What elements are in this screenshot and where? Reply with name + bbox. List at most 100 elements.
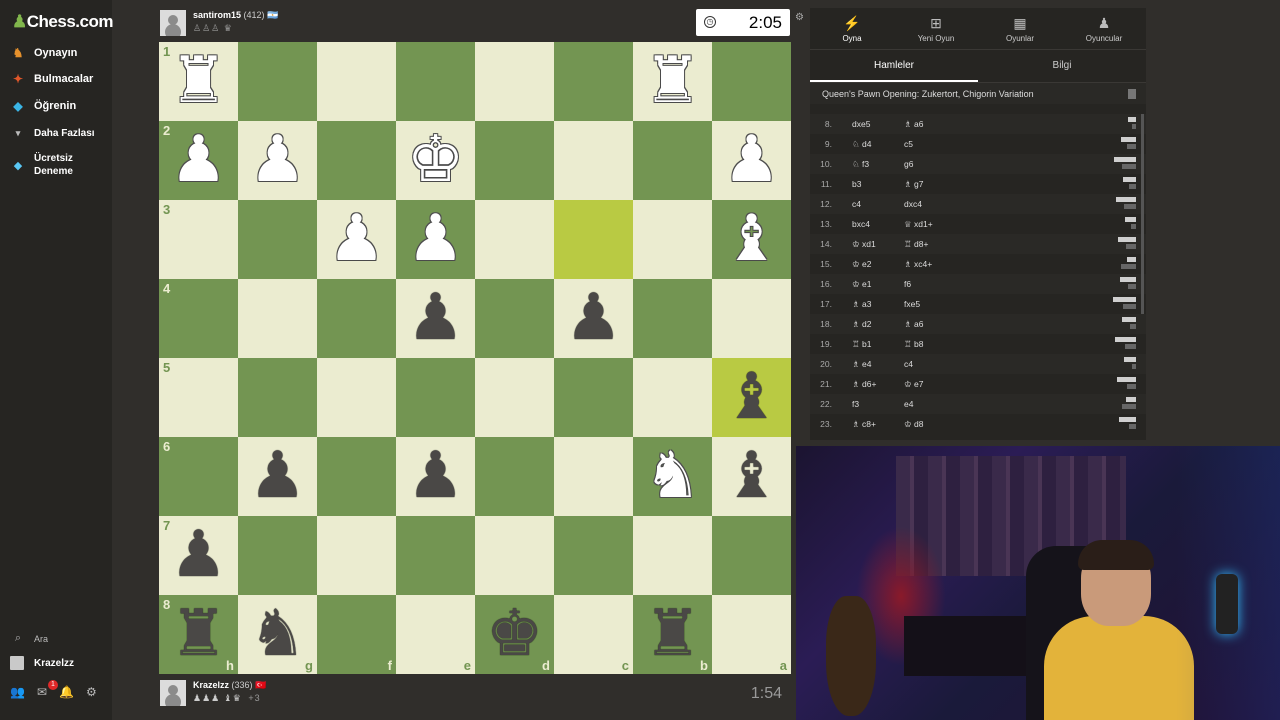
black-rook-piece[interactable]: ♜ [170,595,227,674]
black-move[interactable]: ♔ d8 [902,419,1022,430]
board-square[interactable]: ♞ [633,437,712,516]
black-pawn-piece[interactable]: ♟ [170,516,227,595]
search-link[interactable]: ⌕ Ara [0,632,112,645]
board-square[interactable] [554,358,633,437]
board-square[interactable]: ♝ [712,200,791,279]
white-move[interactable]: ♗ d2 [838,319,902,330]
board-square[interactable] [712,42,791,121]
board-square[interactable]: 3 [159,200,238,279]
white-move[interactable]: ♔ e2 [838,259,902,270]
board-square[interactable] [396,42,475,121]
nav-play[interactable]: ♞ Oynayın [0,40,112,66]
black-move[interactable]: fxe5 [902,299,1022,309]
board-settings-gear-icon[interactable]: ⚙ [795,12,804,23]
board-square[interactable]: c [554,595,633,674]
self-avatar[interactable] [160,680,186,706]
board-square[interactable] [317,42,396,121]
board-square[interactable] [475,42,554,121]
black-move[interactable]: ♗ g7 [902,179,1022,190]
board-square[interactable]: 8 h ♜ [159,595,238,674]
black-bishop-piece[interactable]: ♝ [723,358,780,437]
white-move[interactable]: c4 [838,199,902,209]
board-square[interactable] [475,279,554,358]
black-pawn-piece[interactable]: ♟ [565,279,622,358]
white-move[interactable]: ♗ c8+ [838,419,902,430]
board-square[interactable]: b ♜ [633,595,712,674]
white-bishop-piece[interactable]: ♝ [723,200,780,279]
black-move[interactable]: f6 [902,279,1022,289]
black-pawn-piece[interactable]: ♟ [249,437,306,516]
tab-play[interactable]: ⚡ Oyna [810,8,894,49]
black-move[interactable]: ♗ xc4+ [902,259,1022,270]
white-move[interactable]: ♖ b1 [838,339,902,350]
chesscom-logo[interactable]: ♟Chess.com [12,12,113,32]
black-move[interactable]: e4 [902,399,1022,409]
black-move[interactable]: g6 [902,159,1022,169]
black-pawn-piece[interactable]: ♟ [407,279,464,358]
board-square[interactable]: a [712,595,791,674]
opponent-name[interactable]: santirom15 [193,10,241,20]
board-square[interactable]: 4 [159,279,238,358]
black-move[interactable]: c4 [902,359,1022,369]
board-square[interactable]: ♟ [317,200,396,279]
white-move[interactable]: ♘ f3 [838,159,902,170]
friends-icon[interactable]: 👥 [10,685,25,699]
move-list[interactable]: 8. dxe5 ♗ a6 9. ♘ d4 c5 10. ♘ f3 g6 11. b3 ♗ g7… [810,114,1146,434]
board-square[interactable]: ♚ [396,121,475,200]
board-square[interactable] [712,516,791,595]
white-move[interactable]: ♔ xd1 [838,239,902,250]
free-trial-link[interactable]: ◆ Ücretsiz Deneme [0,152,112,178]
nav-puzzles[interactable]: ✦ Bulmacalar [0,66,112,92]
tab-new-game[interactable]: ⊞ Yeni Oyun [894,8,978,49]
board-square[interactable] [633,358,712,437]
black-rook-piece[interactable]: ♜ [644,595,701,674]
board-square[interactable]: ♝ [712,358,791,437]
chess-board[interactable]: 1 ♜ ♜ 2 ♟ ♟ ♚ ♟ 3 ♟ ♟ ♝ 4 ♟ ♟ 5 ♝ 6 ♟ ♟ ♞ ♝ 7 ♟ 8 h ♜ g ♞ f e d ♚ c b ♜ a [159,42,791,674]
nav-more[interactable]: ▾ Daha Fazlası [0,120,112,146]
board-square[interactable] [633,279,712,358]
board-square[interactable] [238,42,317,121]
bookmark-icon[interactable] [1128,89,1136,99]
black-move[interactable]: ♔ e7 [902,379,1022,390]
white-pawn-piece[interactable]: ♟ [723,121,780,200]
bell-icon[interactable]: 🔔 [59,685,74,699]
board-square[interactable] [238,200,317,279]
white-move[interactable]: ♗ a3 [838,299,902,310]
white-king-piece[interactable]: ♚ [407,121,464,200]
tab-players[interactable]: ♟ Oyuncular [1062,8,1146,49]
board-square[interactable]: e [396,595,475,674]
board-square[interactable] [317,358,396,437]
board-square[interactable]: 1 ♜ [159,42,238,121]
white-move[interactable]: f3 [838,399,902,409]
white-pawn-piece[interactable]: ♟ [328,200,385,279]
self-name[interactable]: Krazelzz [193,680,229,690]
white-move[interactable]: ♔ e1 [838,279,902,290]
board-square[interactable] [238,358,317,437]
board-square[interactable] [317,279,396,358]
board-square[interactable]: ♟ [238,121,317,200]
messages-icon[interactable]: ✉ [37,685,47,699]
white-move[interactable]: b3 [838,179,902,189]
board-square[interactable]: ♟ [712,121,791,200]
board-square[interactable]: ♟ [396,200,475,279]
settings-gear-icon[interactable]: ⚙ [86,685,97,699]
board-square[interactable] [712,279,791,358]
board-square[interactable]: ♝ [712,437,791,516]
white-pawn-piece[interactable]: ♟ [170,121,227,200]
board-square[interactable] [317,516,396,595]
board-square[interactable]: ♜ [633,42,712,121]
nav-learn[interactable]: ◆ Öğrenin [0,93,112,119]
board-square[interactable]: 7 ♟ [159,516,238,595]
board-square[interactable]: ♟ [396,437,475,516]
white-pawn-piece[interactable]: ♟ [249,121,306,200]
black-move[interactable]: ♗ a6 [902,319,1022,330]
board-square[interactable] [238,279,317,358]
board-square[interactable] [475,200,554,279]
board-square[interactable]: 5 [159,358,238,437]
white-move[interactable]: ♘ d4 [838,139,902,150]
board-square[interactable] [396,516,475,595]
black-move[interactable]: ♖ d8+ [902,239,1022,250]
board-square[interactable] [554,437,633,516]
white-rook-piece[interactable]: ♜ [170,42,227,121]
board-square[interactable] [554,200,633,279]
